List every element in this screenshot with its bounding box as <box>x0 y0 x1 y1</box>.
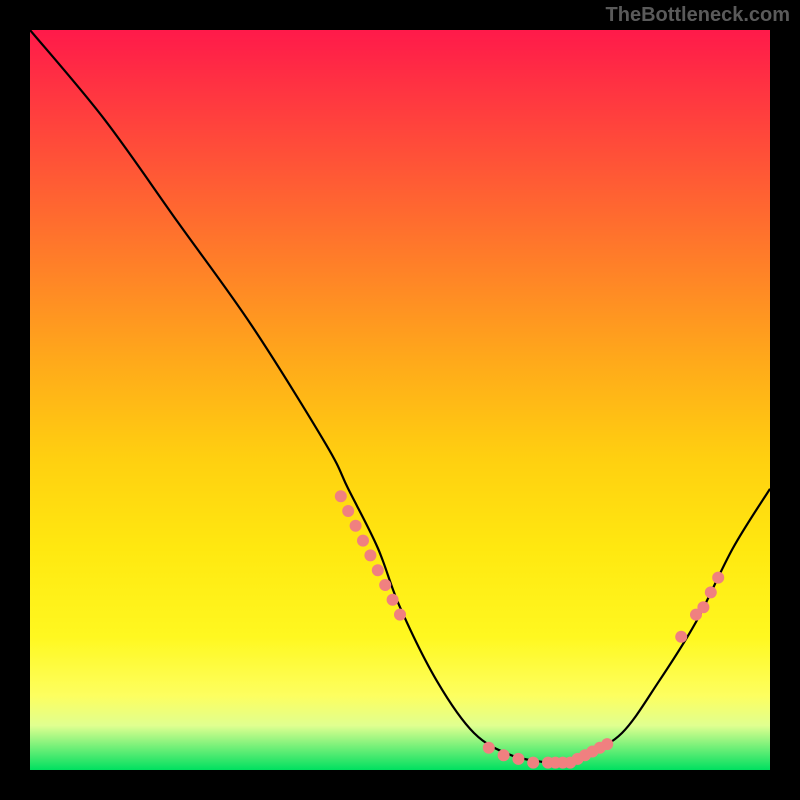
watermark-text: TheBottleneck.com <box>606 4 790 27</box>
data-point <box>379 579 391 591</box>
data-point <box>712 572 724 584</box>
plot-area <box>30 30 770 770</box>
data-point <box>364 549 376 561</box>
bottleneck-curve <box>30 30 770 764</box>
data-point <box>601 738 613 750</box>
data-point <box>387 594 399 606</box>
data-point <box>498 749 510 761</box>
data-point <box>357 535 369 547</box>
data-point <box>350 520 362 532</box>
data-point <box>705 586 717 598</box>
data-point <box>335 490 347 502</box>
data-point <box>342 505 354 517</box>
data-point <box>483 742 495 754</box>
chart-svg <box>30 30 770 770</box>
data-point <box>394 609 406 621</box>
data-point <box>675 631 687 643</box>
data-point <box>512 753 524 765</box>
data-point <box>527 757 539 769</box>
data-point <box>372 564 384 576</box>
data-points <box>335 490 724 768</box>
data-point <box>697 601 709 613</box>
